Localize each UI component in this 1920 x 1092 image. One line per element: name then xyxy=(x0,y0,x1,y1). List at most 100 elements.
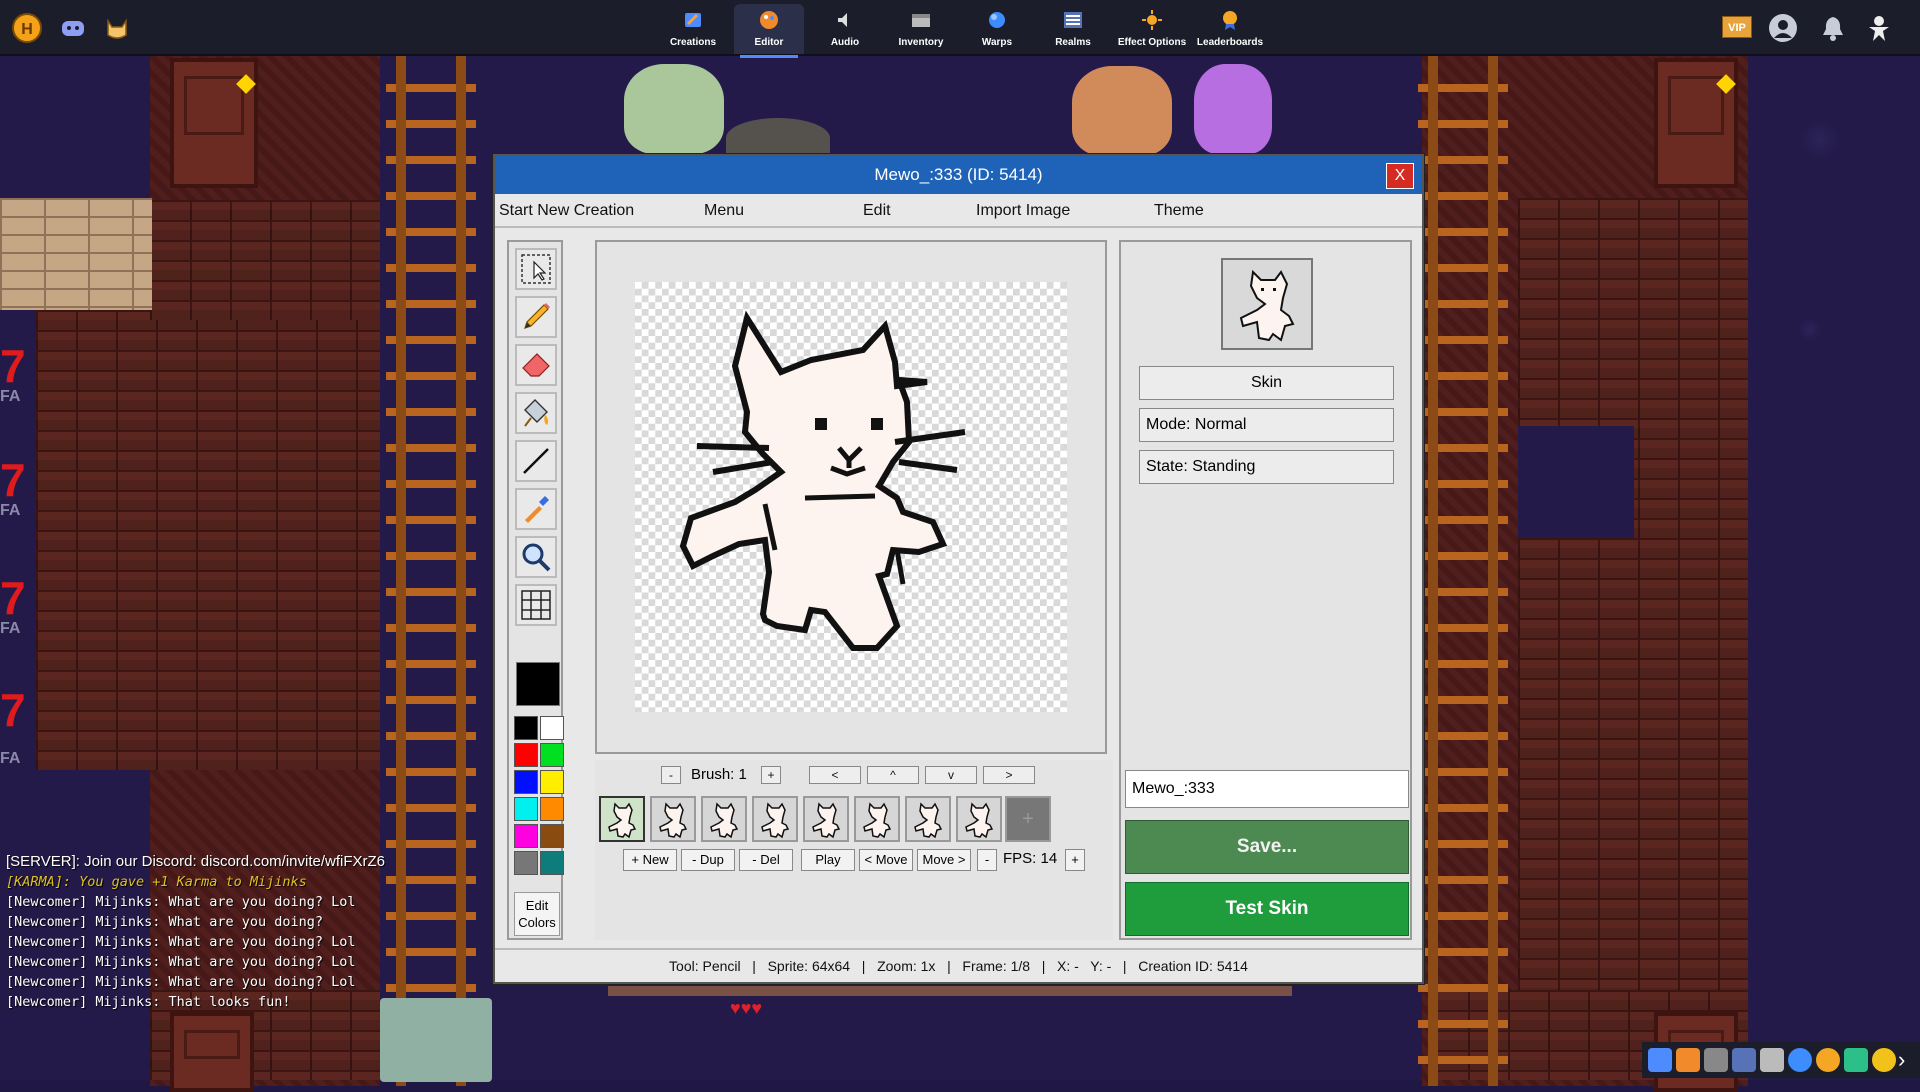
animation-frame-thumbnail[interactable] xyxy=(701,796,747,842)
menu-edit[interactable]: Edit xyxy=(863,202,891,220)
animation-frame-thumbnail[interactable] xyxy=(650,796,696,842)
color-swatch[interactable] xyxy=(540,851,564,875)
state-selector[interactable]: State: Standing xyxy=(1139,450,1394,484)
quick-layers-icon[interactable] xyxy=(1844,1048,1868,1072)
quick-creations-icon[interactable] xyxy=(1648,1048,1672,1072)
drawing-canvas[interactable] xyxy=(635,282,1067,712)
profile-avatar-icon[interactable] xyxy=(1768,13,1798,43)
discord-icon[interactable] xyxy=(58,13,88,43)
animation-frame-thumbnail[interactable] xyxy=(854,796,900,842)
animation-frame-thumbnail[interactable] xyxy=(905,796,951,842)
current-color-swatch[interactable] xyxy=(516,662,560,706)
color-swatch[interactable] xyxy=(514,851,538,875)
character-menu-icon[interactable] xyxy=(1864,13,1894,43)
nudge-down-button[interactable]: v xyxy=(925,766,977,784)
duplicate-frame-button[interactable]: - Dup xyxy=(681,849,735,871)
quick-audio-icon[interactable] xyxy=(1704,1048,1728,1072)
nudge-left-button[interactable]: < xyxy=(809,766,861,784)
fps-increase-button[interactable]: + xyxy=(1065,849,1085,871)
color-swatch[interactable] xyxy=(540,797,564,821)
animation-frame-thumbnail[interactable] xyxy=(956,796,1002,842)
nav-warps[interactable]: Warps xyxy=(962,4,1032,54)
editor-title-bar[interactable]: Mewo_:333 (ID: 5414) X xyxy=(495,156,1422,194)
line-tool[interactable] xyxy=(515,440,557,482)
rock-object xyxy=(726,118,830,158)
add-frame-button[interactable]: + xyxy=(1005,796,1051,842)
eraser-tool[interactable] xyxy=(515,344,557,386)
color-swatch[interactable] xyxy=(514,797,538,821)
quick-realms-icon[interactable] xyxy=(1732,1048,1756,1072)
color-swatch[interactable] xyxy=(514,824,538,848)
brush-size-increase-button[interactable]: + xyxy=(761,766,781,784)
green-cat-character[interactable] xyxy=(624,64,724,154)
quick-inventory-icon[interactable] xyxy=(1760,1048,1784,1072)
edit-colors-button[interactable]: Edit Colors xyxy=(514,892,560,936)
fa-label: FA xyxy=(0,388,21,405)
color-swatch[interactable] xyxy=(540,716,564,740)
creation-type-button[interactable]: Skin xyxy=(1139,366,1394,400)
properties-panel: Skin Mode: Normal State: Standing Save..… xyxy=(1119,240,1412,940)
pet-icon[interactable] xyxy=(102,13,132,43)
color-swatch[interactable] xyxy=(514,743,538,767)
move-frame-right-button[interactable]: Move > xyxy=(917,849,971,871)
quick-warps-icon[interactable] xyxy=(1788,1048,1812,1072)
quick-emote-icon[interactable] xyxy=(1872,1048,1896,1072)
select-tool[interactable] xyxy=(515,248,557,290)
chat-message: [Newcomer] Mijinks: What are you doing? … xyxy=(6,974,356,990)
home-logo-icon[interactable]: H xyxy=(12,13,42,43)
menu-import-image[interactable]: Import Image xyxy=(976,202,1070,220)
zoom-tool[interactable] xyxy=(515,536,557,578)
fps-label: FPS: 14 xyxy=(1003,850,1058,867)
close-button[interactable]: X xyxy=(1386,163,1414,189)
color-swatch[interactable] xyxy=(514,716,538,740)
editor-status-bar: Tool: Pencil | Sprite: 64x64 | Zoom: 1x … xyxy=(495,948,1422,982)
quick-editor-icon[interactable] xyxy=(1676,1048,1700,1072)
cat-sprite-drawing xyxy=(679,310,966,651)
play-animation-button[interactable]: Play xyxy=(801,849,855,871)
nav-editor[interactable]: Editor xyxy=(734,4,804,58)
color-swatch[interactable] xyxy=(514,770,538,794)
nav-leaderboards[interactable]: Leaderboards xyxy=(1192,4,1268,54)
purple-cat-character[interactable] xyxy=(1194,64,1272,154)
delete-frame-button[interactable]: - Del xyxy=(739,849,793,871)
nav-audio[interactable]: Audio xyxy=(810,4,880,54)
nav-effect-options[interactable]: Effect Options xyxy=(1114,4,1190,54)
realms-icon xyxy=(1064,12,1082,28)
brown-hair-character[interactable] xyxy=(1072,66,1172,156)
animation-frame-thumbnail[interactable] xyxy=(803,796,849,842)
nav-creations[interactable]: Creations xyxy=(658,4,728,54)
top-navigation-bar: H Creations Editor Audio Inventory Warps… xyxy=(0,0,1920,58)
move-frame-left-button[interactable]: < Move xyxy=(859,849,913,871)
color-swatch[interactable] xyxy=(540,743,564,767)
fps-decrease-button[interactable]: - xyxy=(977,849,997,871)
mode-selector[interactable]: Mode: Normal xyxy=(1139,408,1394,442)
quick-effects-icon[interactable] xyxy=(1816,1048,1840,1072)
menu-start-new-creation[interactable]: Start New Creation xyxy=(499,202,634,220)
nudge-up-button[interactable]: ^ xyxy=(867,766,919,784)
grid-toggle-tool[interactable] xyxy=(515,584,557,626)
eyedropper-tool[interactable] xyxy=(515,488,557,530)
vip-badge[interactable]: VIP xyxy=(1722,16,1752,38)
test-skin-button[interactable]: Test Skin xyxy=(1125,882,1409,936)
menu-menu[interactable]: Menu xyxy=(704,202,744,220)
editor-title: Mewo_:333 (ID: 5414) xyxy=(874,165,1043,184)
creation-name-input[interactable] xyxy=(1125,770,1409,808)
nudge-right-button[interactable]: > xyxy=(983,766,1035,784)
notifications-bell-icon[interactable] xyxy=(1818,13,1848,43)
fill-bucket-tool[interactable] xyxy=(515,392,557,434)
menu-theme[interactable]: Theme xyxy=(1154,202,1204,220)
nav-inventory[interactable]: Inventory xyxy=(886,4,956,54)
animation-frame-thumbnail[interactable] xyxy=(752,796,798,842)
save-button[interactable]: Save... xyxy=(1125,820,1409,874)
tool-palette: Edit Colors xyxy=(507,240,564,940)
animation-frame-thumbnail[interactable] xyxy=(599,796,645,842)
color-swatch[interactable] xyxy=(540,770,564,794)
new-frame-button[interactable]: + New xyxy=(623,849,677,871)
quick-bar-next-icon[interactable]: › xyxy=(1898,1046,1918,1074)
chat-message: [Newcomer] Mijinks: What are you doing? … xyxy=(6,954,356,970)
left-brick-wall xyxy=(36,310,380,770)
pencil-tool[interactable] xyxy=(515,296,557,338)
color-swatch[interactable] xyxy=(540,824,564,848)
brush-size-decrease-button[interactable]: - xyxy=(661,766,681,784)
nav-realms[interactable]: Realms xyxy=(1038,4,1108,54)
